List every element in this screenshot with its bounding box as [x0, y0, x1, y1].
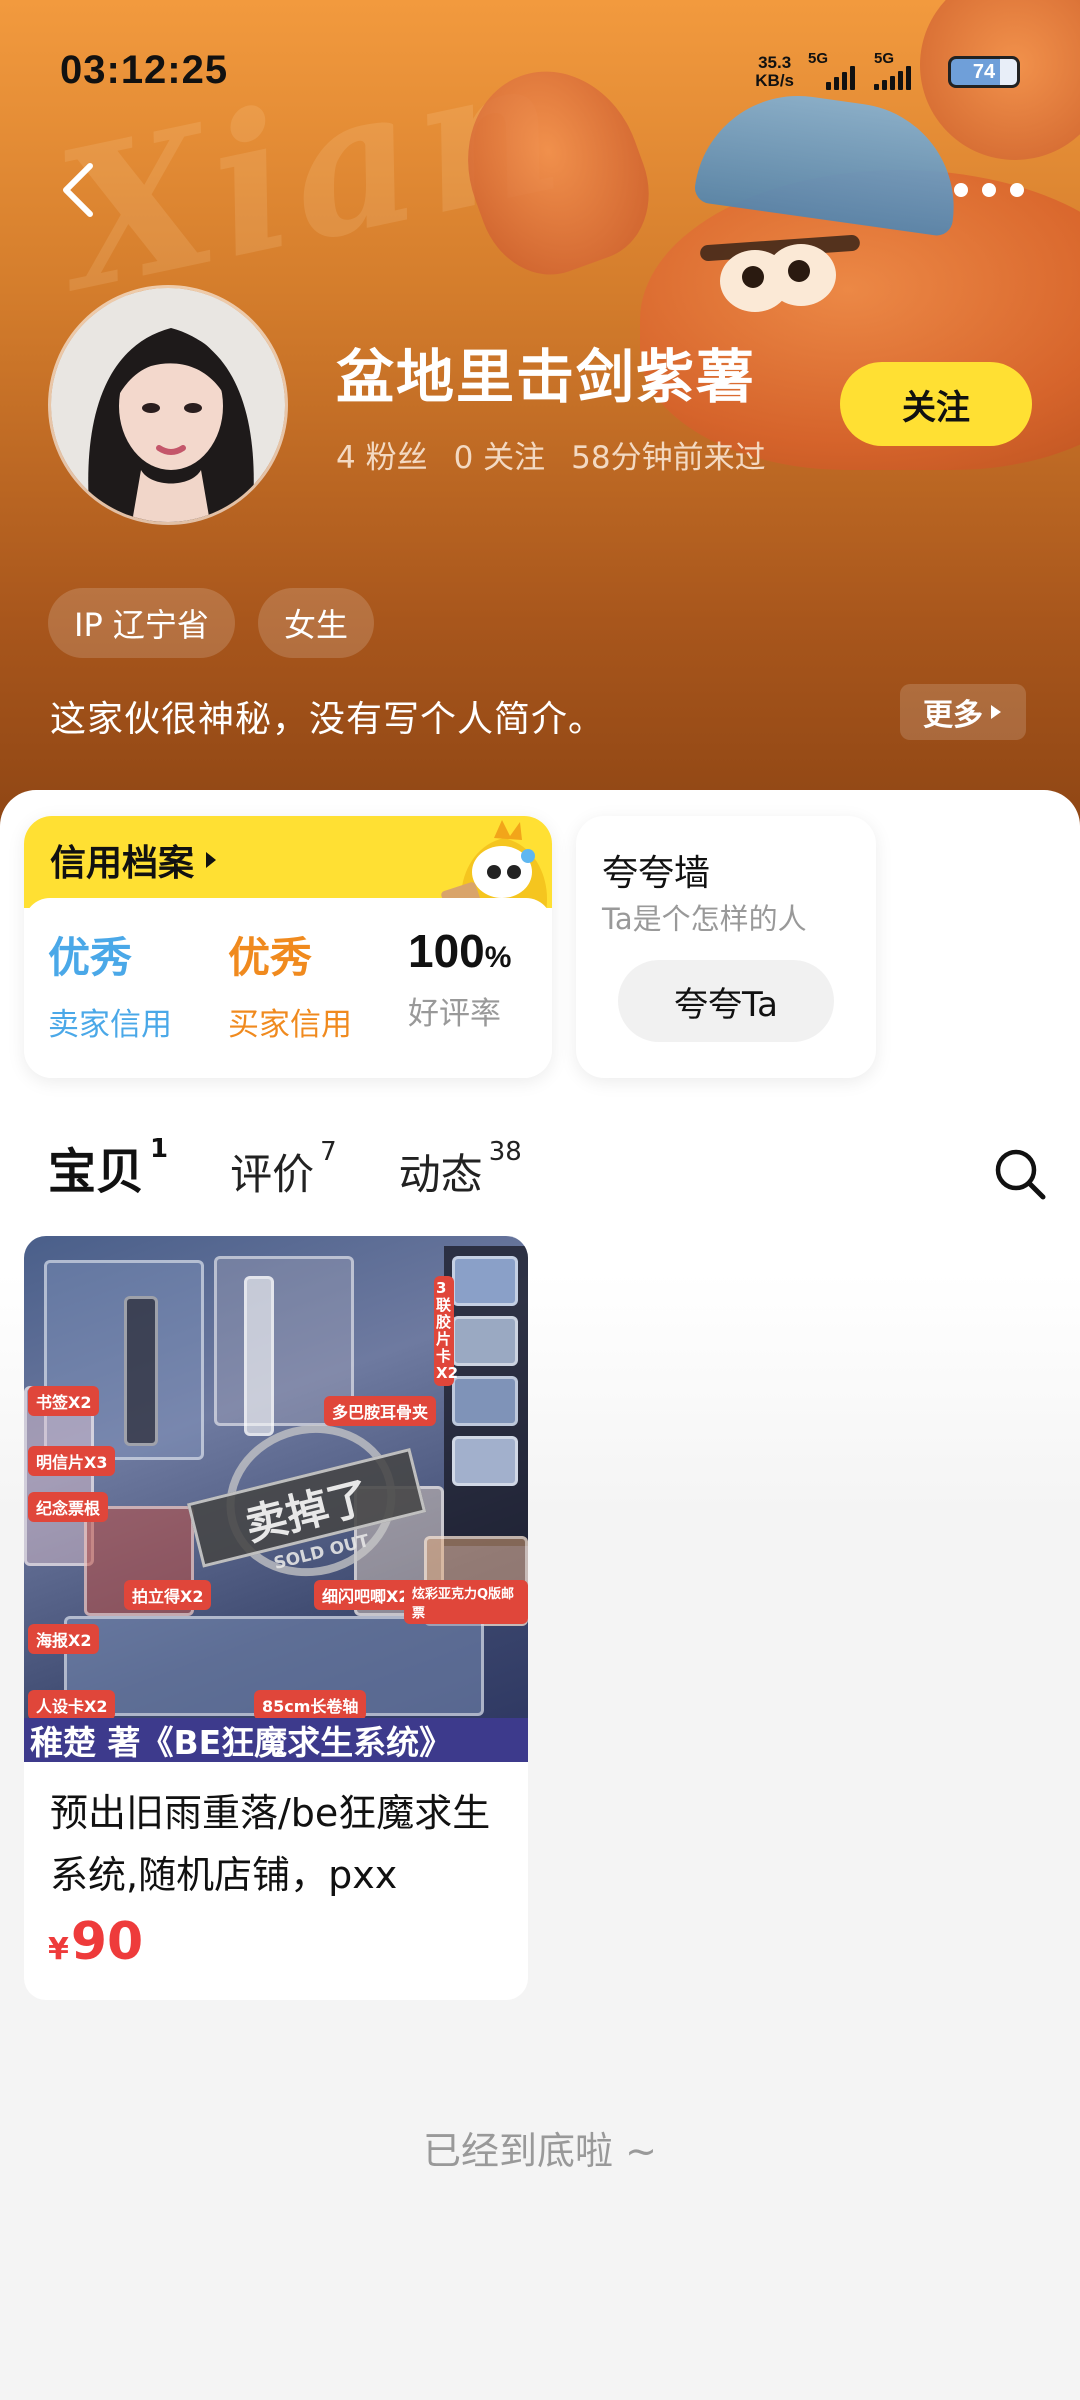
ip-location-tag: IP 辽宁省 [48, 588, 235, 658]
gender-tag: 女生 [258, 588, 375, 658]
bio-text: 这家伙很神秘，没有写个人简介。 [50, 699, 606, 740]
signal-icon: 5G [874, 50, 934, 90]
praise-wall-card: 夸夸墙 Ta是个怎样的人 夸夸Ta [576, 816, 876, 1078]
more-label: 更多 [923, 698, 983, 733]
play-arrow-icon [991, 705, 1001, 719]
end-of-list-text: 已经到底啦 ~ [423, 2129, 657, 2173]
praise-title: 夸夸墙 [602, 853, 711, 894]
crab-eye-decoration [766, 244, 836, 306]
profile-tabs: 宝贝 1 评价 7 动态 38 [48, 1132, 522, 1202]
status-time: 03:12:25 [60, 48, 229, 92]
product-image-banner: 稚楚 著《BE狂魔求生系统》 [24, 1718, 528, 1762]
user-name: 盆地里击剑紫薯 [336, 343, 757, 411]
seller-credit: 优秀 卖家信用 [48, 933, 172, 1043]
follow-button[interactable]: 关注 [840, 362, 1032, 446]
product-image: 多巴胺耳骨夹 书签X2 明信片X3 纪念票根 拍立得X2 细闪吧唧X2 炫彩亚克… [24, 1236, 528, 1762]
tab-posts[interactable]: 动态 38 [399, 1137, 522, 1202]
network-speed: 35.3 KB/s [755, 53, 794, 90]
positive-rate: 100% 好评率 [408, 925, 512, 1032]
credit-title: 信用档案 [50, 834, 218, 886]
more-button[interactable]: 更多 [900, 684, 1026, 740]
play-arrow-icon [206, 852, 217, 868]
status-icons: 35.3 KB/s 5G 5G 74 [755, 50, 1020, 94]
battery-icon: 74 [948, 56, 1020, 88]
back-icon[interactable] [56, 160, 106, 220]
tab-items[interactable]: 宝贝 1 [48, 1132, 168, 1202]
product-price: ¥ 90 [48, 1912, 144, 1972]
more-options-icon[interactable] [954, 170, 1024, 210]
following-count[interactable]: 0 关注 [454, 432, 546, 477]
avatar[interactable] [48, 285, 288, 525]
praise-button[interactable]: 夸夸Ta [618, 960, 834, 1042]
search-icon[interactable] [992, 1146, 1048, 1202]
last-seen-text: 58分钟前来过 [571, 440, 766, 476]
credit-record-card[interactable]: 信用档案 优秀 卖家信用 优秀 买家信用 100% 好评率 [24, 816, 552, 1078]
fans-count[interactable]: 4 粉丝 [336, 432, 428, 477]
product-card[interactable]: 多巴胺耳骨夹 书签X2 明信片X3 纪念票根 拍立得X2 细闪吧唧X2 炫彩亚克… [24, 1236, 528, 2000]
praise-subtitle: Ta是个怎样的人 [602, 902, 807, 936]
tab-reviews[interactable]: 评价 7 [230, 1137, 337, 1202]
product-title: 预出旧雨重落/be狂魔求生系统,随机店铺，pxx [50, 1791, 491, 1897]
user-stats: 4 粉丝 0 关注 58分钟前来过 [336, 432, 766, 477]
signal-icon: 5G [808, 50, 860, 90]
buyer-credit: 优秀 买家信用 [228, 933, 352, 1043]
